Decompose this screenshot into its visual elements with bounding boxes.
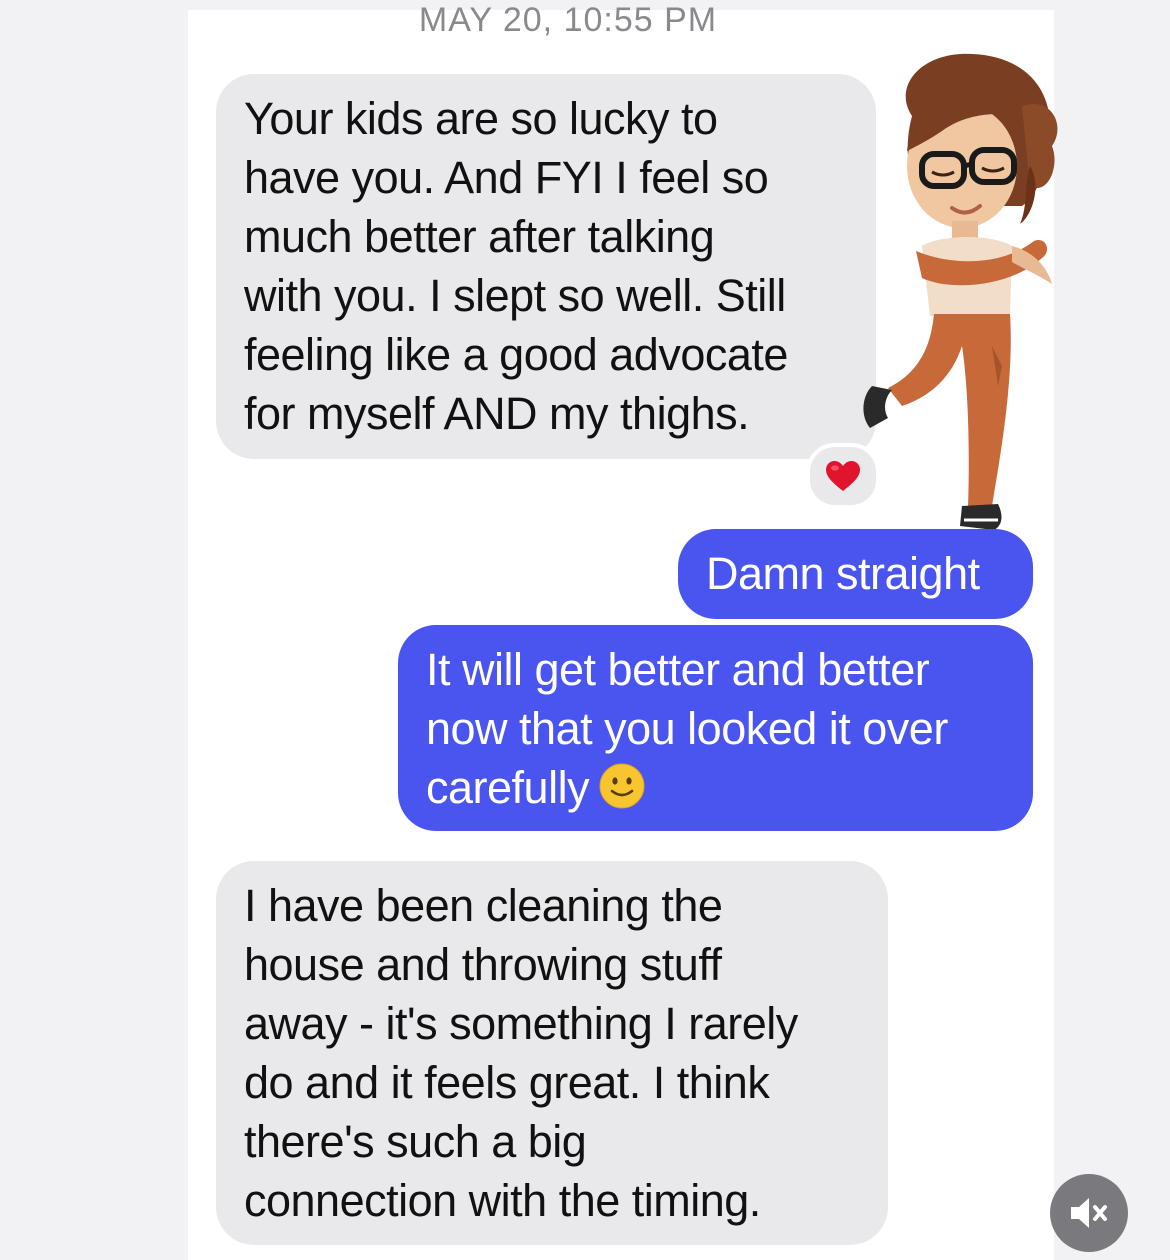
speaker-muted-icon [1071, 1198, 1107, 1228]
message-line: away - it's something I rarely [244, 998, 798, 1049]
message-line: connection with the timing. [244, 1175, 761, 1226]
message-line: Damn straight [706, 548, 980, 599]
message-line: have you. And FYI I feel so [244, 152, 769, 203]
video-frame: MAY 20, 10:55 PM Your kids are so lucky … [0, 0, 1170, 1260]
message-line: I have been cleaning the [244, 880, 723, 931]
message-line: for myself AND my thighs. [244, 388, 750, 439]
message-line: with you. I slept so well. Still [244, 270, 786, 321]
conversation-timestamp: MAY 20, 10:55 PM [418, 1, 718, 39]
received-message-bubble[interactable]: Your kids are so lucky to have you. And … [216, 74, 876, 459]
mute-toggle-button[interactable] [1050, 1174, 1128, 1252]
message-line-with-emoji: carefully [426, 758, 1005, 817]
message-line: do and it feels great. I think [244, 1057, 770, 1108]
slightly-smiling-face-icon [599, 763, 645, 809]
message-line: much better after talking [244, 211, 715, 262]
received-message-bubble[interactable]: I have been cleaning the house and throw… [216, 861, 888, 1245]
message-line: house and throwing stuff [244, 939, 722, 990]
message-line: feeling like a good advocate [244, 329, 788, 380]
message-line: It will get better and better [426, 644, 930, 695]
message-line: carefully [426, 762, 590, 813]
message-line: now that you looked it over [426, 703, 948, 754]
message-line: there's such a big [244, 1116, 587, 1167]
memoji-sticker[interactable] [852, 46, 1072, 546]
message-line: Your kids are so lucky to [244, 93, 718, 144]
sent-message-bubble[interactable]: Damn straight [678, 529, 1033, 619]
sent-message-bubble[interactable]: It will get better and better now that y… [398, 625, 1033, 831]
